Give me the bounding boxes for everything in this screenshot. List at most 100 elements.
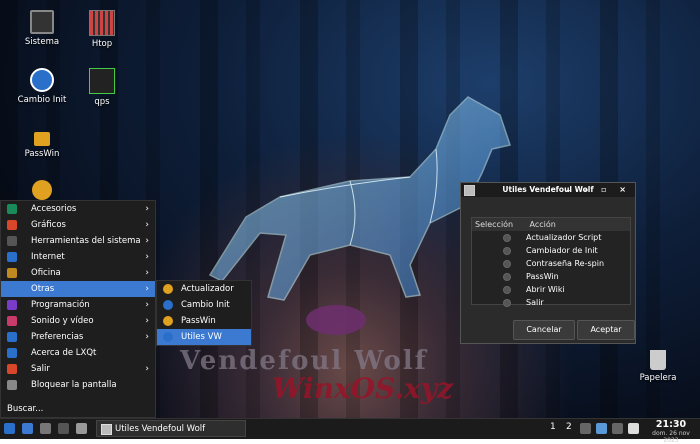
menu-item[interactable]: Acerca de LXQt (1, 345, 155, 361)
clipboard-icon[interactable] (580, 423, 591, 434)
desktop-icon-qps[interactable]: qps (74, 68, 130, 107)
chevron-right-icon: › (145, 284, 149, 294)
menu-item-icon (7, 364, 17, 374)
submenu-item-label: Actualizador (181, 284, 234, 294)
radio-button[interactable] (503, 247, 511, 255)
volume-icon[interactable] (628, 423, 639, 434)
row-action-label: Contraseña Re-spin (526, 259, 605, 268)
menu-item[interactable]: Salir › (1, 361, 155, 377)
clock-date: dom. 26 nov 2023 (652, 430, 690, 444)
network-icon[interactable] (596, 423, 607, 434)
start-menu: Accesorios › Gráficos › Herramientas del sis… (0, 200, 156, 418)
menu-item[interactable]: Accesorios › (1, 201, 155, 217)
table-header: Selección Acción (472, 218, 630, 231)
chevron-right-icon: › (145, 332, 149, 342)
menu-item-icon (7, 236, 17, 246)
desktop-icon-passwin[interactable]: PassWin (14, 124, 70, 159)
chevron-right-icon: › (145, 364, 149, 374)
menu-item-icon (7, 284, 17, 294)
submenu-otras: Actualizador Cambio Init PassWin Utiles VW (156, 280, 252, 346)
taskbar: Utiles Vendefoul Wolf 1 2 21:30 dom. 26 … (0, 418, 700, 444)
start-menu-icon[interactable] (4, 423, 15, 434)
menu-item-label: Herramientas del sistema (31, 236, 141, 246)
menu-item[interactable]: Herramientas del sistema › (1, 233, 155, 249)
menu-item[interactable]: Otras › (1, 281, 155, 297)
submenu-item-icon (163, 332, 173, 342)
circle-icon (32, 180, 52, 200)
trash-icon (650, 350, 666, 370)
clock[interactable]: 21:30 dom. 26 nov 2023 (646, 419, 696, 444)
menu-search[interactable]: Buscar... (7, 404, 43, 414)
cancel-button[interactable]: Cancelar (513, 320, 575, 340)
submenu-item[interactable]: PassWin (157, 313, 251, 329)
table-row[interactable]: Salir (472, 296, 630, 309)
notes-icon[interactable] (612, 423, 623, 434)
submenu-item-icon (163, 316, 173, 326)
chevron-right-icon: › (145, 204, 149, 214)
chevron-right-icon: › (145, 300, 149, 310)
radio-button[interactable] (503, 286, 511, 294)
submenu-item[interactable]: Cambio Init (157, 297, 251, 313)
desktop-icon-papelera[interactable]: Papelera (630, 350, 686, 383)
column-accion[interactable]: Acción (528, 218, 556, 231)
window-buttons[interactable]: ⌄ – ▫ × (565, 183, 631, 197)
column-seleccion[interactable]: Selección (472, 218, 525, 231)
table-row[interactable]: Abrir Wiki (472, 283, 630, 296)
dialog-titlebar[interactable]: Utiles Vendefoul Wolf ⌄ – ▫ × (461, 183, 635, 197)
table-row[interactable]: Contraseña Re-spin (472, 257, 630, 270)
file-manager-icon[interactable] (40, 423, 51, 434)
table-row[interactable]: PassWin (472, 270, 630, 283)
menu-item[interactable]: Internet › (1, 249, 155, 265)
table-row[interactable]: Cambiador de Init (472, 244, 630, 257)
menu-item-icon (7, 316, 17, 326)
submenu-item-icon (163, 300, 173, 310)
menu-item-label: Gráficos (31, 220, 66, 230)
row-action-label: Salir (526, 298, 544, 307)
desktop-icon-cambio-init[interactable]: Cambio Init (14, 68, 70, 105)
radio-button[interactable] (503, 234, 511, 242)
radio-button[interactable] (503, 299, 511, 307)
clock-time: 21:30 (655, 419, 687, 430)
workspace-2[interactable]: 2 (566, 422, 572, 432)
wallpaper-subtitle: WinxOS.xyz (272, 372, 453, 405)
menu-item-label: Programación (31, 300, 90, 310)
menu-item[interactable]: Programación › (1, 297, 155, 313)
htop-icon (89, 10, 115, 36)
chevron-right-icon: › (145, 220, 149, 230)
menu-item-icon (7, 348, 17, 358)
menu-item-label: Preferencias (31, 332, 84, 342)
row-action-label: Actualizador Script (526, 233, 602, 242)
row-action-label: Abrir Wiki (526, 285, 565, 294)
terminal-icon[interactable] (58, 423, 69, 434)
desktop-icon[interactable] (22, 423, 33, 434)
submenu-item[interactable]: Utiles VW (157, 329, 251, 345)
menu-item-label: Sonido y vídeo (31, 316, 94, 326)
menu-item[interactable]: Gráficos › (1, 217, 155, 233)
menu-item[interactable]: Oficina › (1, 265, 155, 281)
menu-item-icon (7, 332, 17, 342)
menu-item-label: Acerca de LXQt (31, 348, 97, 358)
desktop-icon-sistema[interactable]: Sistema (14, 10, 70, 47)
menu-item[interactable]: Preferencias › (1, 329, 155, 345)
menu-item-label: Salir (31, 364, 50, 374)
radio-button[interactable] (503, 260, 511, 268)
menu-item-icon (7, 300, 17, 310)
task-utiles[interactable]: Utiles Vendefoul Wolf (96, 420, 246, 437)
radio-button[interactable] (503, 273, 511, 281)
editor-icon[interactable] (76, 423, 87, 434)
qps-icon (89, 68, 115, 94)
app-icon (464, 185, 475, 196)
chevron-right-icon: › (145, 236, 149, 246)
menu-item[interactable]: Bloquear la pantalla (1, 377, 155, 393)
menu-item-label: Otras (31, 284, 55, 294)
menu-item-icon (7, 204, 17, 214)
accept-button[interactable]: Aceptar (577, 320, 635, 340)
table-row[interactable]: Actualizador Script (472, 231, 630, 244)
workspace-1[interactable]: 1 (550, 422, 556, 432)
submenu-item[interactable]: Actualizador (157, 281, 251, 297)
row-action-label: Cambiador de Init (526, 246, 598, 255)
desktop-icon-htop[interactable]: Htop (74, 10, 130, 49)
menu-item-icon (7, 380, 17, 390)
menu-item-label: Bloquear la pantalla (31, 380, 117, 390)
menu-item[interactable]: Sonido y vídeo › (1, 313, 155, 329)
